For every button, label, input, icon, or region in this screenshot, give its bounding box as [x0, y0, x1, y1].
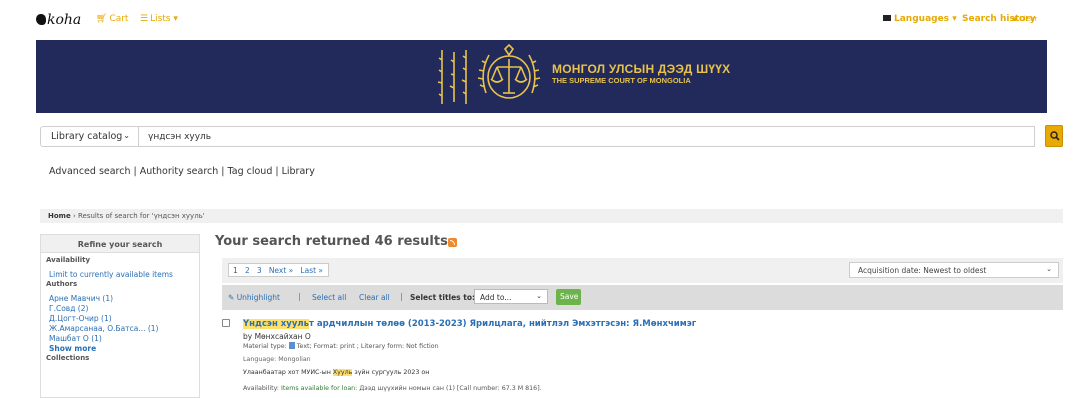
availability-limit-link[interactable]: Limit to currently available items	[41, 270, 199, 280]
court-banner: МОНГОЛ УЛСЫН ДЭЭД ШҮҮХ THE SUPREME COURT…	[36, 40, 1047, 113]
more-searches-links[interactable]: Advanced search | Authority search | Tag…	[49, 166, 315, 177]
page-link[interactable]: 2	[245, 266, 250, 275]
author-facet-item[interactable]: Г.Совд (2)	[41, 304, 199, 314]
pagination-bar: 1 2 3 Next » Last » Acquisition date: Ne…	[222, 258, 1063, 283]
top-navbar: koha 🛒︎ Cart ☰ Lists ▾ Languages ▾ Search …	[0, 0, 1083, 40]
unhighlight-link[interactable]: ✎ Unhighlight	[228, 293, 280, 302]
results-toolbar: ✎ Unhighlight | Select all Clear all | S…	[222, 285, 1063, 310]
refine-title: Refine your search	[41, 235, 199, 253]
breadcrumb: Home › Results of search for 'үндсэн хуу…	[40, 209, 1063, 223]
flag-icon	[883, 15, 891, 21]
facet-availability-title: Availability	[46, 256, 91, 264]
record-material: Material type: Text; Format: print ; Lite…	[243, 342, 439, 350]
pencil-icon: ✎	[228, 293, 235, 302]
next-page-link[interactable]: Next »	[269, 266, 293, 275]
toolbar-separator: |	[298, 292, 301, 301]
save-button[interactable]: Save	[556, 289, 581, 305]
select-titles-label: Select titles to:	[410, 293, 475, 302]
page-link[interactable]: 3	[257, 266, 262, 275]
facet-authors-title: Authors	[46, 280, 78, 288]
results-heading: Your search returned 46 results.	[215, 234, 453, 249]
list-icon: ☰	[140, 14, 149, 24]
page-link-current: 1	[233, 266, 238, 275]
chevron-down-icon: ⌄	[123, 131, 130, 140]
record-title-link[interactable]: Үндсэн хуульт ардчиллын төлөө (2013-2023…	[243, 319, 696, 329]
breadcrumb-current: Results of search for 'үндсэн хууль'	[77, 212, 205, 220]
record-author[interactable]: by Мөнхсайхан О	[243, 332, 311, 341]
pagination: 1 2 3 Next » Last »	[228, 263, 330, 277]
author-facet-item[interactable]: Арне Мавчич (1)	[41, 294, 199, 304]
select-all-link[interactable]: Select all	[312, 293, 346, 302]
chevron-down-icon: ▾	[952, 14, 957, 24]
facet-collections-title: Collections	[46, 354, 90, 362]
sort-select[interactable]: Acquisition date: Newest to oldest ⌄	[849, 262, 1059, 278]
show-more-authors-link[interactable]: Show more	[41, 344, 199, 354]
record-publication: Улаанбаатар хот МУИС-ын Хууль зүйн сургу…	[243, 369, 430, 376]
rss-icon[interactable]	[448, 238, 457, 247]
toolbar-separator: |	[400, 292, 403, 301]
chevron-down-icon: ⌄	[536, 292, 542, 300]
book-icon	[288, 342, 295, 349]
clear-all-link[interactable]: Clear all	[359, 293, 390, 302]
record-language: Language: Mongolian	[243, 356, 311, 363]
record-availability: Availability: Items available for loan: …	[243, 385, 542, 392]
clear-history-link[interactable]: ▪ Clear	[1012, 15, 1037, 23]
chevron-down-icon: ⌄	[1046, 265, 1052, 273]
mongolian-script-text	[437, 50, 467, 104]
chevron-down-icon: ▾	[173, 14, 178, 24]
record-checkbox[interactable]	[222, 319, 230, 327]
breadcrumb-home[interactable]: Home	[48, 212, 71, 220]
author-facet-item[interactable]: Д.Цогт-Очир (1)	[41, 314, 199, 324]
cart-icon: 🛒︎	[96, 14, 108, 24]
koha-logo-mark	[36, 14, 46, 25]
lists-menu[interactable]: ☰ Lists ▾	[140, 14, 178, 24]
result-record: Үндсэн хуульт ардчиллын төлөө (2013-2023…	[222, 312, 1063, 398]
search-button[interactable]	[1045, 125, 1063, 147]
trash-icon: ▪	[1012, 15, 1017, 23]
scales-emblem	[477, 43, 541, 99]
search-icon	[1050, 131, 1060, 141]
refine-sidebar: Refine your search Availability Limit to…	[40, 234, 200, 398]
author-facet-item[interactable]: Ж.Амарсанаа, О.Батса... (1)	[41, 324, 199, 334]
banner-subtitle: THE SUPREME COURT OF MONGOLIA	[552, 76, 691, 85]
banner-title: МОНГОЛ УЛСЫН ДЭЭД ШҮҮХ	[552, 62, 731, 76]
author-facet-item[interactable]: Машбат О (1)	[41, 334, 199, 344]
cart-link[interactable]: 🛒︎ Cart	[96, 14, 128, 24]
last-page-link[interactable]: Last »	[300, 266, 323, 275]
languages-menu[interactable]: Languages ▾	[883, 14, 957, 24]
search-form: Library catalog ⌄ үндсэн хууль	[40, 126, 1035, 147]
koha-logo[interactable]: koha	[36, 12, 81, 28]
search-scope-select[interactable]: Library catalog ⌄	[40, 126, 139, 147]
add-to-select[interactable]: Add to... ⌄	[474, 289, 548, 304]
search-input[interactable]: үндсэн хууль	[139, 126, 1035, 147]
